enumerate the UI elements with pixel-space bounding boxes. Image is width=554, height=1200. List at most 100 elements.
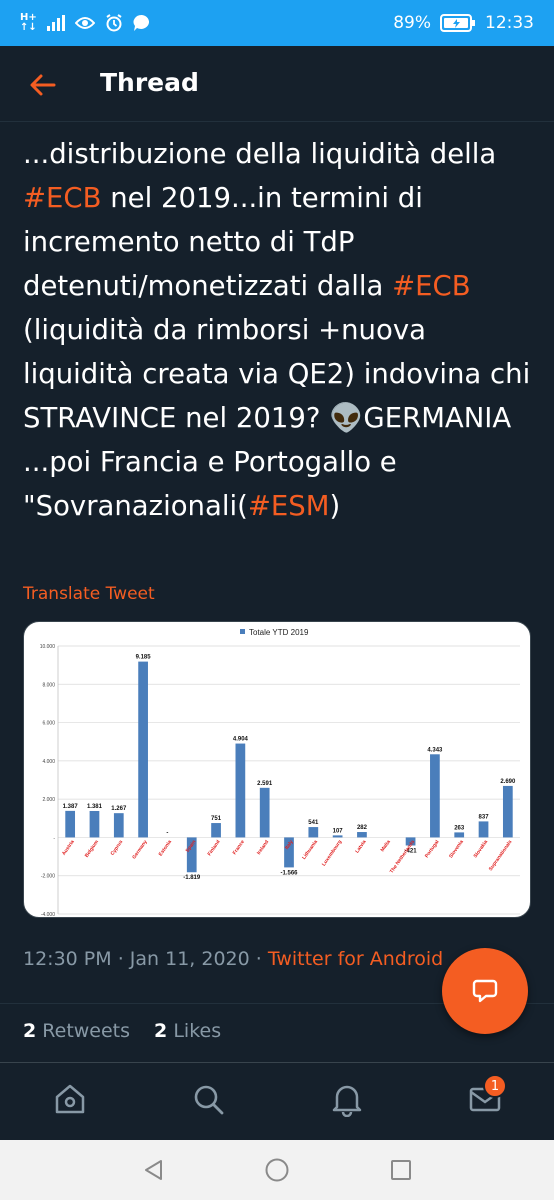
reply-fab-button[interactable]	[442, 948, 528, 1034]
bar	[357, 832, 367, 838]
data-label: -	[166, 830, 168, 836]
bar	[65, 810, 76, 838]
y-tick-label: -2.000	[41, 874, 55, 880]
x-tick-label: Slovenia	[448, 839, 465, 859]
tweet-text-segment: )	[329, 490, 341, 522]
battery-percent: 89%	[393, 13, 431, 33]
bar	[430, 754, 440, 838]
thread-header: Thread	[0, 46, 554, 122]
bottom-tab-bar	[0, 1062, 554, 1140]
tweet-source-link[interactable]: Twitter for Android	[268, 948, 443, 970]
legend-label: Totale YTD 2019	[249, 628, 309, 637]
signal-icon	[46, 15, 65, 31]
bar	[332, 835, 343, 838]
page-title: Thread	[100, 68, 199, 97]
battery-icon	[440, 14, 475, 32]
bar	[259, 787, 270, 838]
alarm-clock-icon	[106, 14, 122, 32]
tweet-image[interactable]: Totale YTD 2019 -4.000 -2.000-2.000 4.000 6.…	[23, 621, 531, 918]
likes-label: Likes	[173, 1020, 222, 1042]
data-label: 9.185	[136, 655, 152, 661]
tweet-meta: 12:30 PM · Jan 11, 2020 · Twitter for An…	[23, 948, 443, 970]
tweet-time: 12:30 PM	[23, 948, 112, 970]
hashtag-link[interactable]: #ESM	[248, 490, 330, 522]
x-tick-label: Belgium	[84, 839, 101, 859]
y-tick-label: 8.000	[42, 682, 55, 688]
y-tick-label: 4.000	[42, 759, 55, 765]
retweets-stat[interactable]: 2 Retweets	[23, 1020, 130, 1042]
back-triangle-icon[interactable]	[142, 1158, 166, 1182]
tweet-date: Jan 11, 2020	[129, 948, 250, 970]
translate-tweet-link[interactable]: Translate Tweet	[23, 584, 155, 604]
x-tick-label: Slovakia	[473, 839, 490, 859]
recents-square-icon[interactable]	[389, 1158, 413, 1182]
meta-separator: ·	[117, 948, 124, 970]
data-label: 751	[211, 816, 222, 822]
data-label: 282	[357, 825, 368, 831]
reply-bubble-icon	[472, 979, 498, 1003]
x-tick-label: Cyprus	[110, 839, 125, 857]
eye-icon	[74, 17, 95, 29]
data-label: -1.819	[183, 875, 201, 881]
home-circle-icon[interactable]	[264, 1157, 290, 1183]
x-tick-label: Latvia	[354, 839, 367, 854]
bar	[138, 661, 148, 838]
data-label: 107	[333, 828, 344, 834]
x-tick-label: Ireland	[256, 839, 270, 856]
likes-count: 2	[154, 1020, 168, 1042]
y-tick-label: 10.000	[40, 644, 56, 650]
meta-separator: ·	[255, 948, 262, 970]
data-label: 263	[454, 825, 465, 831]
notifications-bell-icon[interactable]	[329, 1081, 365, 1117]
x-tick-label: Supranationals	[488, 839, 514, 872]
x-tick-label: Luxembourg	[321, 839, 343, 867]
tweet-text-segment: ...distribuzione della liquidità della	[23, 138, 497, 170]
x-tick-label: France	[232, 839, 246, 856]
data-label: 1.387	[63, 804, 79, 810]
bar	[308, 827, 319, 838]
retweets-count: 2	[23, 1020, 37, 1042]
data-label: 4.904	[233, 737, 249, 743]
system-nav-bar	[0, 1140, 554, 1200]
bar-chart: Totale YTD 2019-4.000-2.000-2.0004.0006.…	[40, 628, 520, 917]
data-label: 2.690	[500, 779, 516, 785]
search-icon[interactable]	[190, 1081, 226, 1117]
tweet-stats: 2 Retweets 2 Likes	[23, 1020, 221, 1042]
arrow-left-icon[interactable]	[28, 70, 58, 100]
y-tick-label: 2.000	[42, 797, 55, 803]
data-label: 1.267	[111, 806, 127, 812]
x-tick-label: Portugal	[424, 839, 441, 860]
legend-swatch	[240, 629, 245, 634]
bar	[478, 821, 489, 838]
bar	[502, 785, 513, 838]
bar	[113, 813, 124, 838]
home-icon[interactable]	[52, 1081, 88, 1117]
messages-badge: 1	[483, 1074, 507, 1098]
y-tick-label: 6.000	[42, 721, 55, 727]
bar	[89, 810, 100, 838]
data-label: 837	[479, 814, 490, 820]
hashtag-link[interactable]: #ECB	[392, 270, 471, 302]
data-label: 2.591	[257, 781, 273, 787]
bar	[211, 823, 221, 838]
data-label: 1.381	[87, 804, 103, 810]
likes-stat[interactable]: 2 Likes	[154, 1020, 221, 1042]
data-label: 4.343	[427, 747, 443, 753]
y-tick-label: -4.000	[41, 912, 55, 917]
data-label: -1.566	[280, 870, 298, 876]
status-bar: H+ ↑↓ 89% 12:33	[0, 0, 554, 46]
x-tick-label: Finland	[207, 839, 222, 857]
x-tick-label: Lithuania	[301, 839, 319, 861]
data-label: 541	[308, 820, 319, 826]
network-type-indicator: H+ ↑↓	[20, 12, 37, 33]
chat-notification-icon	[133, 14, 149, 31]
y-tick-label: -	[53, 835, 55, 841]
hashtag-link[interactable]: #ECB	[23, 182, 102, 214]
x-tick-label: Estonia	[158, 839, 173, 857]
retweets-label: Retweets	[42, 1020, 131, 1042]
x-tick-label: Germany	[131, 839, 148, 860]
bar	[235, 743, 246, 838]
x-tick-label: Austria	[61, 839, 76, 857]
bar	[454, 832, 465, 838]
clock-time: 12:33	[485, 13, 534, 33]
